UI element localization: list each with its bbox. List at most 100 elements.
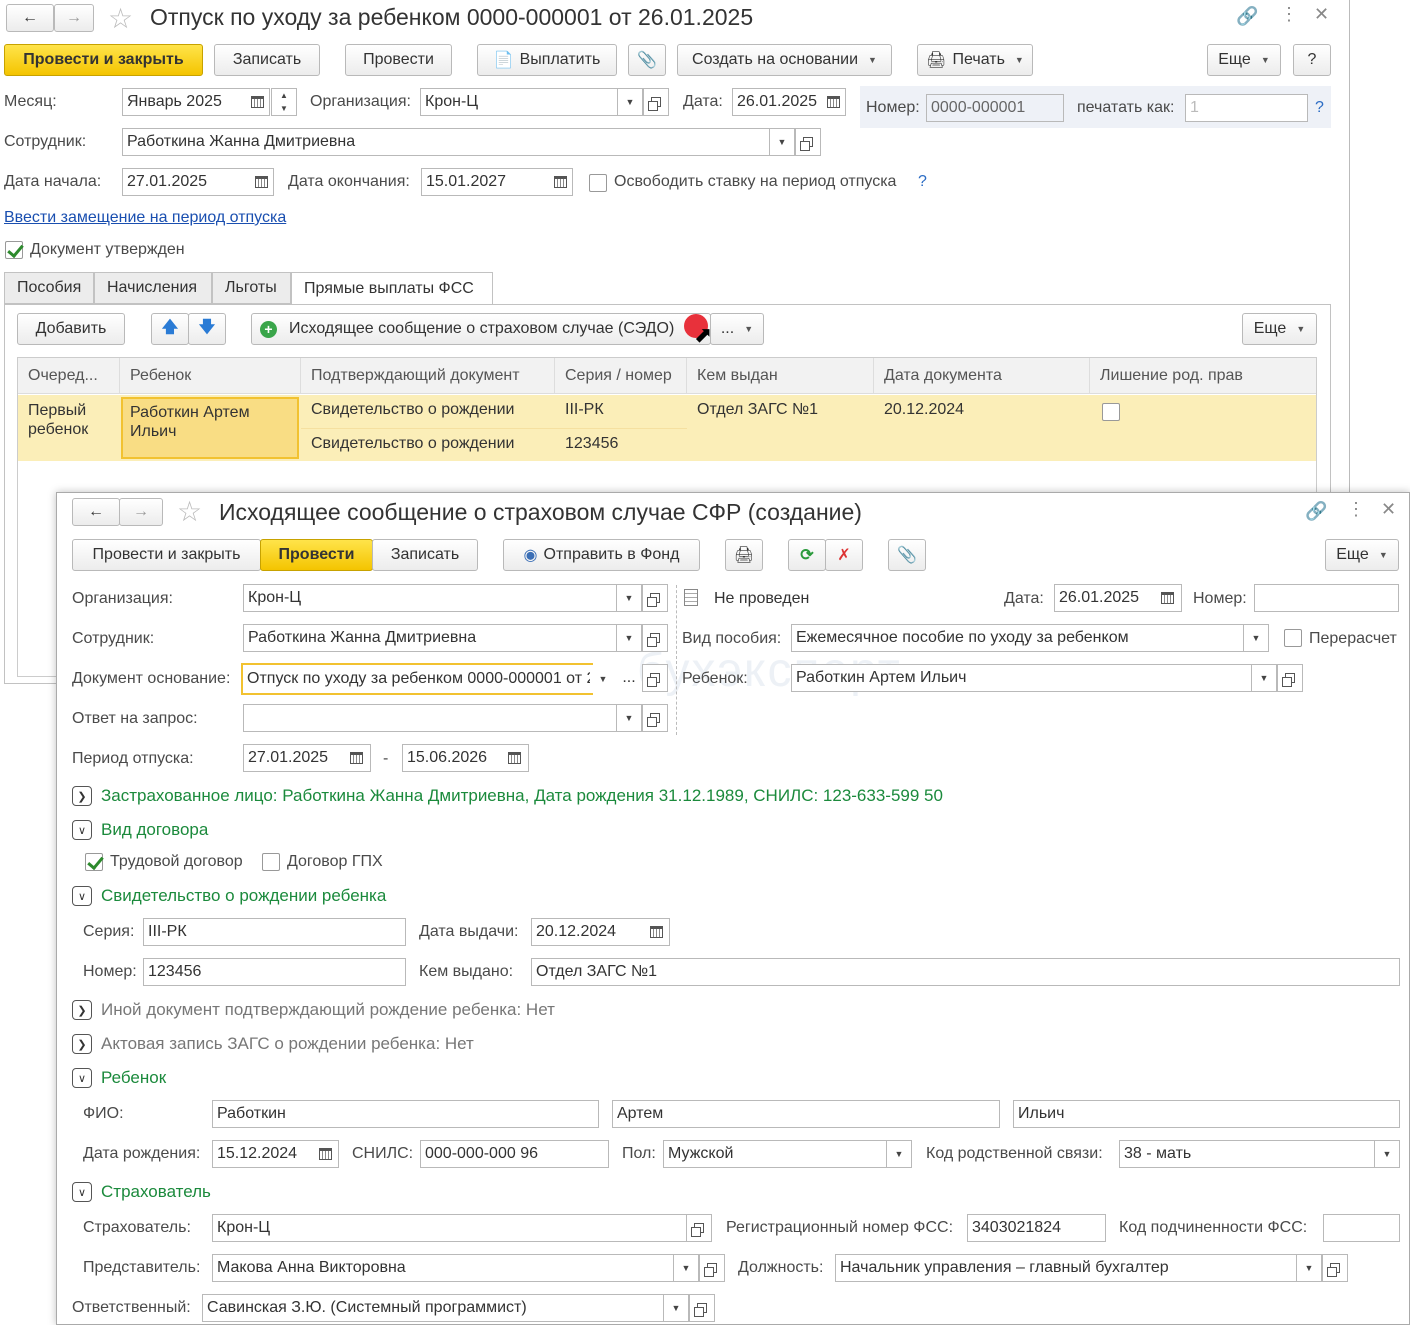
sex-dropdown[interactable]: ▼	[886, 1140, 912, 1168]
org-dropdown[interactable]: ▼	[617, 88, 643, 116]
table-row[interactable]: Первый ребенок Работкин Артем Ильич Свид…	[18, 395, 1316, 461]
number-input[interactable]: 0000-000001	[926, 94, 1064, 122]
basis-open-button[interactable]	[642, 664, 668, 692]
clear-button[interactable]: ✗	[825, 539, 863, 571]
forward-button[interactable]: →	[54, 4, 94, 32]
position-open-button[interactable]	[1322, 1254, 1348, 1282]
basis-select-button[interactable]: ...	[616, 665, 642, 693]
post-close-button[interactable]: Провести и закрыть	[4, 44, 203, 76]
outgoing-message-button[interactable]: + Исходящее сообщение о страховом случае …	[251, 313, 711, 345]
reply-input[interactable]	[243, 704, 643, 732]
refresh-button[interactable]: ⟳	[788, 539, 826, 571]
move-down-button[interactable]: 🡇	[188, 313, 226, 345]
menu-dots-icon[interactable]: ⋮	[1347, 499, 1365, 520]
create-basis-button[interactable]: Создать на основании ▼	[677, 44, 892, 76]
col-doc[interactable]: Подтверждающий документ	[301, 358, 555, 394]
tab-direct-payments[interactable]: Прямые выплаты ФСС	[291, 272, 493, 305]
star-icon[interactable]: ☆	[177, 495, 202, 528]
attach-button[interactable]: 📎	[628, 44, 666, 76]
print-button[interactable]: 🖨	[725, 539, 763, 571]
help-q-icon[interactable]: ?	[1315, 99, 1324, 117]
employee-open-button[interactable]	[642, 624, 668, 652]
rep-open-button[interactable]	[699, 1254, 725, 1282]
calendar-button[interactable]	[1154, 584, 1180, 612]
post-button[interactable]: Провести	[260, 539, 373, 571]
relation-dropdown[interactable]: ▼	[1374, 1140, 1400, 1168]
print-button[interactable]: 🖨 Печать ▼	[917, 44, 1033, 76]
tab-privileges[interactable]: Льготы	[212, 272, 291, 304]
employee-input[interactable]: Работкина Жанна Дмитриевна	[243, 624, 643, 652]
chevron-down-icon[interactable]: ∨	[72, 820, 92, 840]
move-up-button[interactable]: 🡅	[151, 313, 189, 345]
calendar-button[interactable]	[643, 918, 669, 946]
more-button[interactable]: Еще ▼	[1207, 44, 1281, 76]
patronymic-input[interactable]: Ильич	[1013, 1100, 1400, 1128]
employee-dropdown[interactable]: ▼	[616, 624, 642, 652]
resp-open-button[interactable]	[689, 1294, 715, 1322]
employee-input[interactable]: Работкина Жанна Дмитриевна	[122, 128, 772, 156]
calendar-button[interactable]	[820, 88, 846, 116]
employee-open-button[interactable]	[795, 128, 821, 156]
chevron-down-icon[interactable]: ∨	[72, 1068, 92, 1088]
chevron-down-icon[interactable]: ∨	[72, 1182, 92, 1202]
sex-input[interactable]: Мужской	[663, 1140, 912, 1168]
col-date[interactable]: Дата документа	[874, 358, 1090, 394]
child-open-button[interactable]	[1277, 664, 1303, 692]
free-rate-checkbox[interactable]	[589, 174, 607, 192]
rep-input[interactable]: Макова Анна Викторовна	[212, 1254, 700, 1282]
number2-input[interactable]: 123456	[143, 958, 406, 986]
position-dropdown[interactable]: ▼	[1296, 1254, 1322, 1282]
deprivation-checkbox[interactable]	[1102, 403, 1120, 421]
calendar-button[interactable]	[248, 168, 274, 196]
rep-dropdown[interactable]: ▼	[673, 1254, 699, 1282]
more-button[interactable]: Еще ▼	[1325, 539, 1399, 571]
org-open-button[interactable]	[643, 88, 669, 116]
chevron-right-icon[interactable]: ❯	[72, 1000, 92, 1020]
contract-section[interactable]: Вид договора	[101, 820, 208, 840]
snils-input[interactable]: 000-000-000 96	[420, 1140, 609, 1168]
col-series[interactable]: Серия / номер	[555, 358, 687, 394]
basis-dropdown[interactable]: ▼	[590, 665, 616, 693]
tab-benefits[interactable]: Пособия	[4, 272, 94, 304]
approved-checkbox[interactable]	[5, 241, 23, 259]
chevron-down-icon[interactable]: ∨	[72, 886, 92, 906]
save-button[interactable]: Записать	[372, 539, 478, 571]
org-dropdown[interactable]: ▼	[616, 584, 642, 612]
close-icon[interactable]: ✕	[1314, 4, 1329, 25]
star-icon[interactable]: ☆	[108, 2, 133, 35]
reply-open-button[interactable]	[642, 704, 668, 732]
recalc-checkbox[interactable]	[1284, 629, 1302, 647]
tab-accruals[interactable]: Начисления	[94, 272, 212, 304]
reply-dropdown[interactable]: ▼	[616, 704, 642, 732]
org-input[interactable]: Крон-Ц	[243, 584, 643, 612]
post-close-button[interactable]: Провести и закрыть	[72, 539, 261, 571]
month-spinner[interactable]: ▲ ▼	[271, 88, 297, 116]
labor-contract-checkbox[interactable]	[85, 853, 103, 871]
basis-input[interactable]: Отпуск по уходу за ребенком 0000-000001 …	[241, 663, 593, 695]
col-child[interactable]: Ребенок	[120, 358, 301, 394]
calendar-button[interactable]	[547, 168, 573, 196]
calendar-button[interactable]	[244, 88, 270, 116]
benefit-input[interactable]: Ежемесячное пособие по уходу за ребенком	[791, 624, 1269, 652]
pay-button[interactable]: 📄 Выплатить	[477, 44, 617, 76]
calendar-button[interactable]	[312, 1140, 338, 1168]
link-icon[interactable]: 🔗	[1305, 501, 1327, 522]
print-as-input[interactable]: 1	[1185, 94, 1308, 122]
relation-input[interactable]: 38 - мать	[1119, 1140, 1400, 1168]
last-name-input[interactable]: Работкин	[212, 1100, 599, 1128]
calendar-button[interactable]	[501, 744, 527, 772]
resp-input[interactable]: Савинская З.Ю. (Системный программист)	[202, 1294, 690, 1322]
insurer-section[interactable]: Страхователь	[101, 1182, 211, 1202]
close-icon[interactable]: ✕	[1381, 499, 1396, 520]
calendar-button[interactable]	[343, 744, 369, 772]
number-input[interactable]	[1254, 584, 1399, 612]
birth-cert-section[interactable]: Свидетельство о рождении ребенка	[101, 886, 386, 906]
chevron-right-icon[interactable]: ❯	[72, 1034, 92, 1054]
col-order[interactable]: Очеред...	[18, 358, 120, 394]
col-issued[interactable]: Кем выдан	[687, 358, 874, 394]
first-name-input[interactable]: Артем	[612, 1100, 1000, 1128]
insured-section[interactable]: Застрахованное лицо: Работкина Жанна Дми…	[101, 786, 943, 806]
post-button[interactable]: Провести	[345, 44, 452, 76]
attach-button[interactable]: 📎	[888, 539, 926, 571]
back-button[interactable]: ←	[72, 498, 120, 526]
